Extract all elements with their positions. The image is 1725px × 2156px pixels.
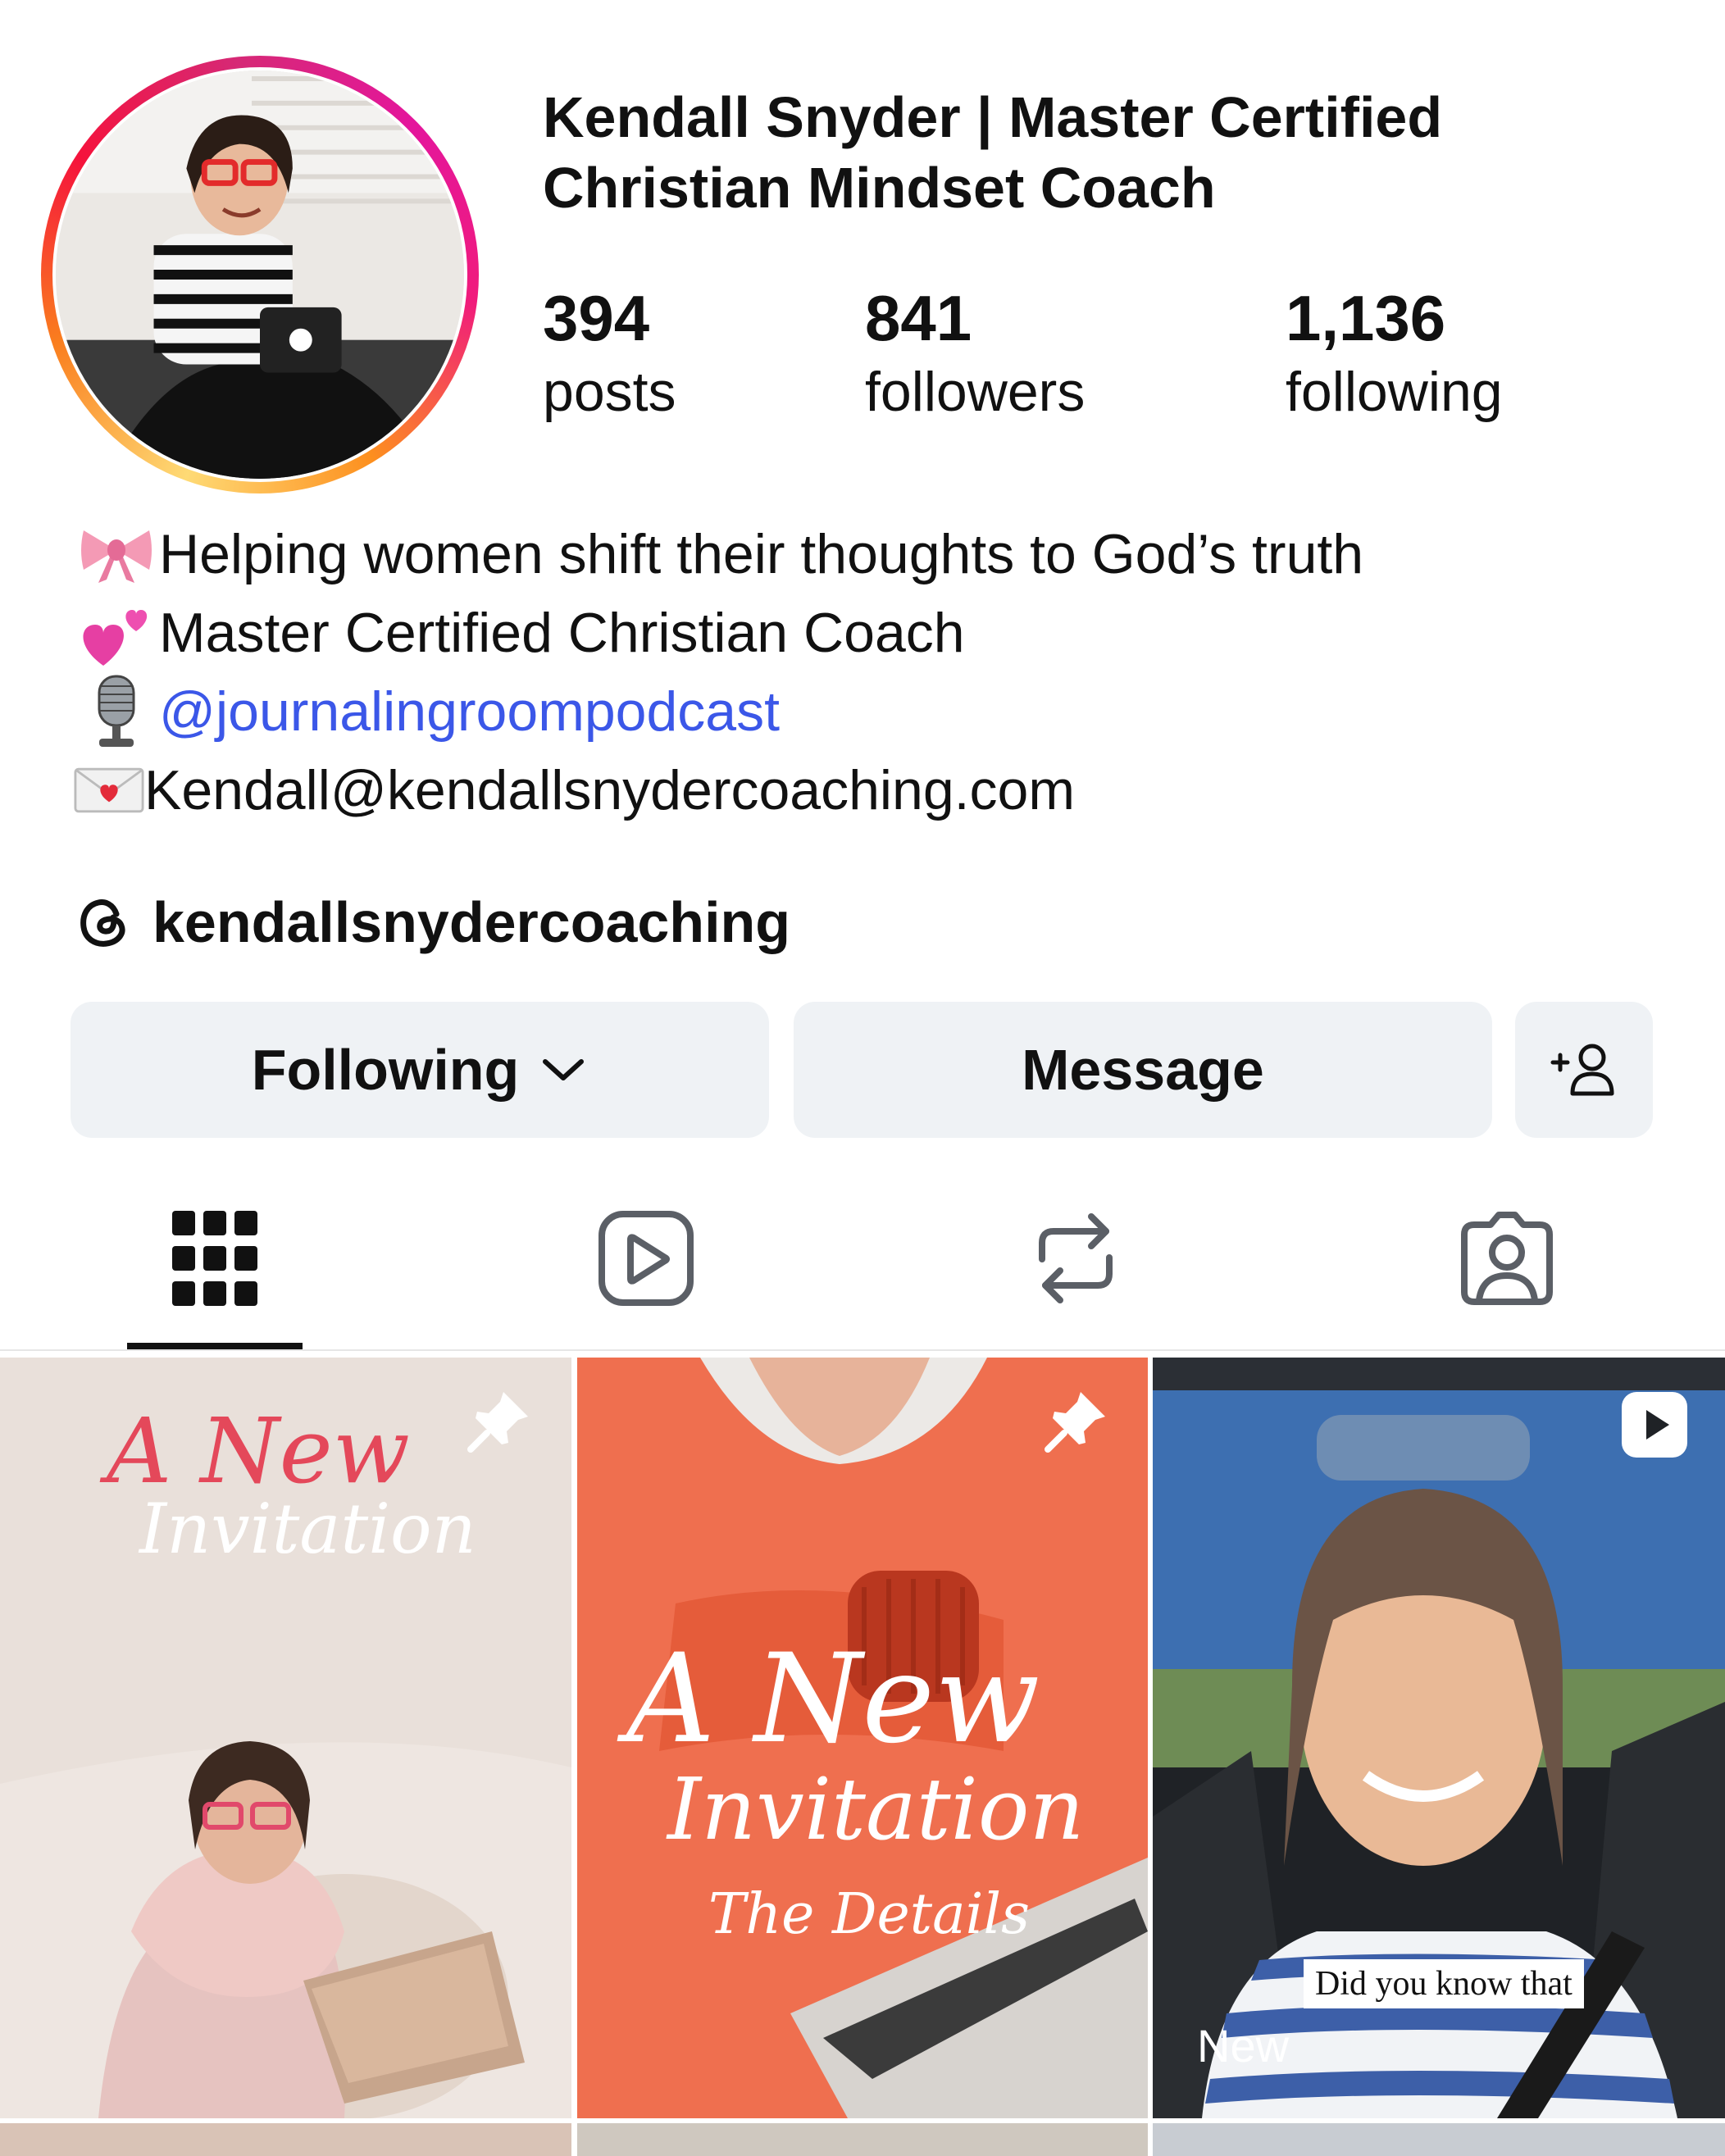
love-letter-emoji-icon (74, 765, 144, 816)
posts-label: posts (543, 361, 676, 423)
reel-icon (1622, 1392, 1687, 1458)
threads-icon (80, 899, 125, 947)
suggest-people-button[interactable] (1515, 1002, 1653, 1138)
posts-count: 394 (543, 282, 650, 354)
avatar-photo (56, 71, 464, 479)
tagged-icon (1461, 1212, 1553, 1305)
profile-avatar[interactable] (56, 71, 464, 479)
post-2-title-line1: A New (626, 1628, 1040, 1771)
message-button-label: Message (1022, 1038, 1264, 1102)
podcast-link[interactable]: @journalingroompodcast (159, 672, 780, 751)
active-tab-indicator (127, 1343, 303, 1349)
grid-post-4[interactable] (0, 2123, 571, 2156)
tab-tagged[interactable] (1425, 1205, 1589, 1312)
post-1-title-line1: A New (107, 1399, 410, 1503)
tab-divider (0, 1349, 1725, 1351)
bio-line: @journalingroompodcast (74, 672, 1697, 751)
bio-text: Master Certified Christian Coach (159, 602, 965, 664)
following-button[interactable]: Following (71, 1002, 769, 1138)
post-2-title-line2: Invitation (667, 1759, 1085, 1859)
pin-icon (1045, 1392, 1105, 1453)
chevron-down-icon (543, 1059, 585, 1080)
threads-handle: kendallsnydercoaching (152, 890, 791, 954)
microphone-emoji-icon (74, 675, 159, 748)
post-2-title-line3: The Details (708, 1882, 1031, 1947)
tab-reposts[interactable] (994, 1205, 1158, 1312)
threads-link[interactable]: kendallsnydercoaching (74, 885, 790, 959)
followers-count: 841 (865, 282, 972, 354)
post-3-overlay-text: New (1197, 2020, 1290, 2072)
bio-email[interactable]: Kendall@kendallsnydercoaching.com (144, 751, 1075, 830)
reels-icon (599, 1211, 694, 1306)
tab-reels[interactable] (564, 1205, 728, 1312)
followers-label: followers (865, 361, 1086, 423)
bio-text: Helping women shift their thoughts to Go… (159, 523, 1364, 585)
two-hearts-emoji-icon (74, 598, 159, 667)
following-count: 1,136 (1286, 282, 1446, 354)
profile-avatar-ring[interactable] (41, 56, 479, 494)
bio-line: Master Certified Christian Coach (74, 594, 1697, 672)
pin-icon (467, 1392, 528, 1453)
tab-posts-grid[interactable] (133, 1205, 297, 1312)
grid-post-3[interactable]: Did you know that New (1153, 1358, 1725, 2118)
following-label: following (1286, 361, 1503, 423)
profile-display-name: Kendall Snyder | Master Certified Christ… (543, 85, 1443, 220)
following-stat[interactable]: 1,136 following (1286, 279, 1503, 426)
bio-line: Kendall@kendallsnydercoaching.com (74, 751, 1697, 830)
bio-line: Helping women shift their thoughts to Go… (74, 515, 1697, 594)
profile-bio: Helping women shift their thoughts to Go… (74, 515, 1697, 830)
post-1-title-line2: Invitation (139, 1489, 476, 1569)
ribbon-emoji-icon (74, 525, 159, 583)
grid-post-6[interactable] (1153, 2123, 1725, 2156)
message-button[interactable]: Message (794, 1002, 1492, 1138)
grid-post-1[interactable]: A New Invitation (0, 1358, 571, 2118)
repost-icon (1039, 1213, 1113, 1303)
grid-post-5[interactable] (577, 2123, 1148, 2156)
grid-icon (172, 1211, 257, 1306)
following-button-label: Following (251, 1038, 520, 1102)
followers-stat[interactable]: 841 followers (865, 279, 1085, 426)
post-3-caption: Did you know that (1304, 1959, 1584, 2008)
posts-stat[interactable]: 394 posts (543, 279, 676, 426)
grid-post-2[interactable]: A New Invitation The Details (577, 1358, 1148, 2118)
add-person-icon (1550, 1044, 1614, 1096)
